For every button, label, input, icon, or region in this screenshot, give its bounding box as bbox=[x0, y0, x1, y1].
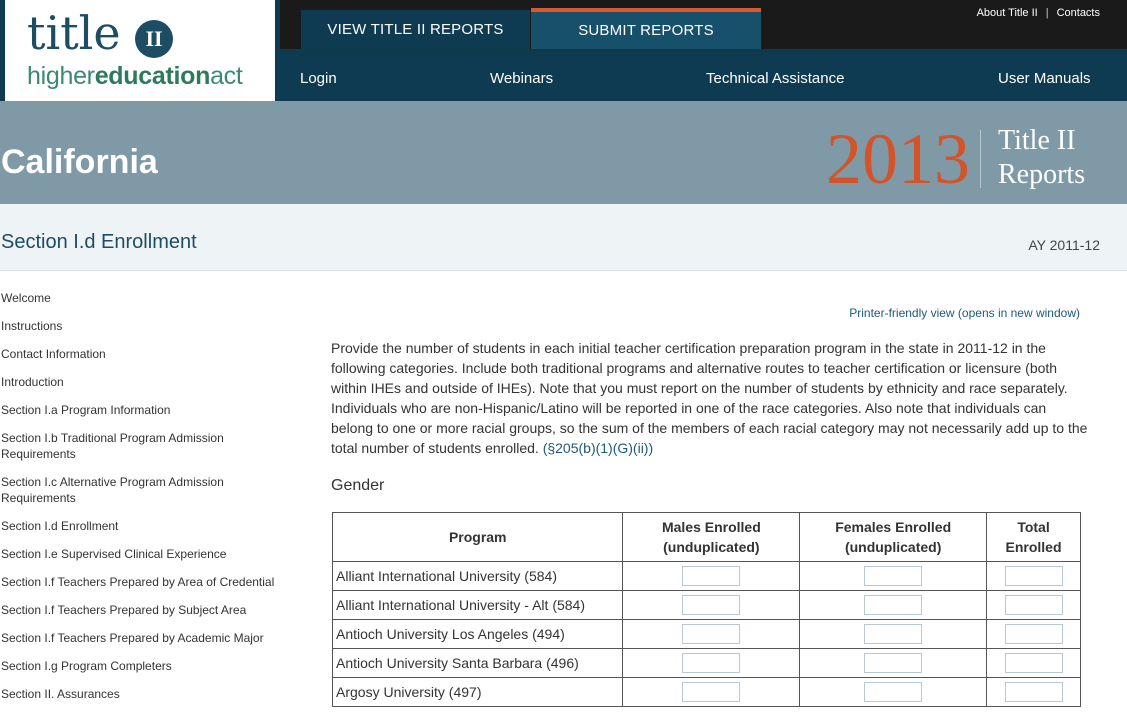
females-cell bbox=[799, 648, 988, 678]
females-input[interactable] bbox=[864, 566, 923, 586]
table-row: Antioch University Los Angeles (494) bbox=[331, 619, 1081, 649]
instructions-paragraph: Provide the number of students in each i… bbox=[331, 338, 1091, 458]
sidebar-nav: Welcome Instructions Contact Information… bbox=[1, 290, 291, 714]
tagline-end: act bbox=[210, 62, 243, 90]
total-cell bbox=[986, 648, 1081, 678]
tab-label: VIEW TITLE II REPORTS bbox=[327, 21, 504, 38]
table-row: Alliant International University (584) bbox=[331, 561, 1081, 591]
total-input[interactable] bbox=[1004, 653, 1063, 673]
females-cell bbox=[799, 619, 988, 649]
sidebar-item-section-ig[interactable]: Section I.g Program Completers bbox=[1, 658, 291, 674]
sidebar-item-section-if-area[interactable]: Section I.f Teachers Prepared by Area of… bbox=[1, 574, 291, 590]
gender-heading: Gender bbox=[331, 477, 385, 494]
nav-technical-assistance[interactable]: Technical Assistance bbox=[706, 70, 844, 87]
separator: | bbox=[1045, 7, 1049, 19]
program-name: Argosy University (497) bbox=[331, 677, 624, 707]
tab-submit-reports[interactable]: SUBMIT REPORTS bbox=[531, 8, 761, 49]
header-females: Females Enrolled (unduplicated) bbox=[799, 512, 988, 562]
females-cell bbox=[799, 677, 988, 707]
sidebar-item-section-id[interactable]: Section I.d Enrollment bbox=[1, 518, 291, 534]
total-input[interactable] bbox=[1004, 682, 1063, 702]
sidebar-item-welcome[interactable]: Welcome bbox=[1, 290, 291, 306]
females-input[interactable] bbox=[864, 682, 923, 702]
sidebar-item-section-ii[interactable]: Section II. Assurances bbox=[1, 686, 291, 702]
total-cell bbox=[986, 619, 1081, 649]
males-cell bbox=[622, 561, 801, 591]
sidebar-item-section-if-subject[interactable]: Section I.f Teachers Prepared by Subject… bbox=[1, 602, 291, 618]
citation-link[interactable]: (§205(b)(1)(G)(ii)) bbox=[543, 440, 653, 456]
sidebar-item-section-ib[interactable]: Section I.b Traditional Program Admissio… bbox=[1, 430, 241, 462]
sidebar-item-introduction[interactable]: Introduction bbox=[1, 374, 291, 390]
males-cell bbox=[622, 648, 801, 678]
males-input[interactable] bbox=[682, 682, 741, 702]
about-title-ii-link[interactable]: About Title II bbox=[977, 7, 1038, 19]
program-name: Alliant International University - Alt (… bbox=[331, 590, 624, 620]
nav-user-manuals[interactable]: User Manuals bbox=[998, 70, 1091, 87]
males-input[interactable] bbox=[682, 624, 741, 644]
site-logo[interactable]: title II highereducationact bbox=[0, 0, 280, 116]
sidebar-item-section-if-major[interactable]: Section I.f Teachers Prepared by Academi… bbox=[1, 630, 291, 646]
sidebar-item-contact-information[interactable]: Contact Information bbox=[1, 346, 291, 362]
report-year: 2013 bbox=[826, 119, 970, 199]
table-row: Alliant International University - Alt (… bbox=[331, 590, 1081, 620]
printer-friendly-link[interactable]: Printer-friendly view (opens in new wind… bbox=[849, 306, 1080, 320]
nav-login[interactable]: Login bbox=[300, 70, 337, 87]
males-input[interactable] bbox=[682, 595, 741, 615]
enrollment-table: Program Males Enrolled (unduplicated) Fe… bbox=[331, 512, 1081, 707]
banner-divider bbox=[980, 130, 981, 188]
nav-webinars[interactable]: Webinars bbox=[490, 70, 553, 87]
females-cell bbox=[799, 561, 988, 591]
academic-year: AY 2011-12 bbox=[1028, 237, 1100, 253]
report-title: Title II Reports bbox=[998, 124, 1085, 192]
females-input[interactable] bbox=[864, 653, 923, 673]
logo-tagline: highereducationact bbox=[27, 62, 243, 91]
males-input[interactable] bbox=[682, 566, 741, 586]
total-cell bbox=[986, 561, 1081, 591]
males-cell bbox=[622, 619, 801, 649]
program-name: Antioch University Los Angeles (494) bbox=[331, 619, 624, 649]
program-name: Antioch University Santa Barbara (496) bbox=[331, 648, 624, 678]
total-input[interactable] bbox=[1004, 595, 1063, 615]
header-total: Total Enrolled bbox=[986, 512, 1081, 562]
utility-links: About Title II | Contacts bbox=[977, 7, 1100, 19]
tab-view-title-ii-reports[interactable]: VIEW TITLE II REPORTS bbox=[301, 10, 530, 49]
total-cell bbox=[986, 590, 1081, 620]
males-cell bbox=[622, 590, 801, 620]
logo-title-word: title bbox=[27, 6, 121, 60]
sidebar-item-instructions[interactable]: Instructions bbox=[1, 318, 291, 334]
females-input[interactable] bbox=[864, 595, 923, 615]
header-program: Program bbox=[331, 512, 624, 562]
tab-label: SUBMIT REPORTS bbox=[578, 22, 714, 39]
state-name: California bbox=[1, 143, 158, 181]
sidebar-item-section-ie[interactable]: Section I.e Supervised Clinical Experien… bbox=[1, 546, 291, 562]
table-row: Argosy University (497) bbox=[331, 677, 1081, 707]
page-title: Section I.d Enrollment bbox=[1, 231, 197, 253]
program-name: Alliant International University (584) bbox=[331, 561, 624, 591]
total-input[interactable] bbox=[1004, 624, 1063, 644]
sidebar-item-section-ia[interactable]: Section I.a Program Information bbox=[1, 402, 291, 418]
table-header-row: Program Males Enrolled (unduplicated) Fe… bbox=[331, 512, 1081, 562]
report-title-line1: Title II bbox=[998, 125, 1076, 156]
sidebar-item-section-ic[interactable]: Section I.c Alternative Program Admissio… bbox=[1, 474, 241, 506]
males-input[interactable] bbox=[682, 653, 741, 673]
logo-panel: title II highereducationact bbox=[5, 0, 275, 110]
contacts-link[interactable]: Contacts bbox=[1057, 7, 1100, 19]
total-cell bbox=[986, 677, 1081, 707]
logo-numeral-badge: II bbox=[135, 20, 173, 58]
report-title-line2: Reports bbox=[998, 159, 1086, 190]
intro-text: Provide the number of students in each i… bbox=[331, 340, 1088, 456]
females-input[interactable] bbox=[864, 624, 923, 644]
total-input[interactable] bbox=[1004, 566, 1063, 586]
males-cell bbox=[622, 677, 801, 707]
table-row: Antioch University Santa Barbara (496) bbox=[331, 648, 1081, 678]
tagline-light: higher bbox=[27, 62, 95, 90]
tagline-bold: education bbox=[94, 62, 211, 90]
header-males: Males Enrolled (unduplicated) bbox=[622, 512, 801, 562]
females-cell bbox=[799, 590, 988, 620]
